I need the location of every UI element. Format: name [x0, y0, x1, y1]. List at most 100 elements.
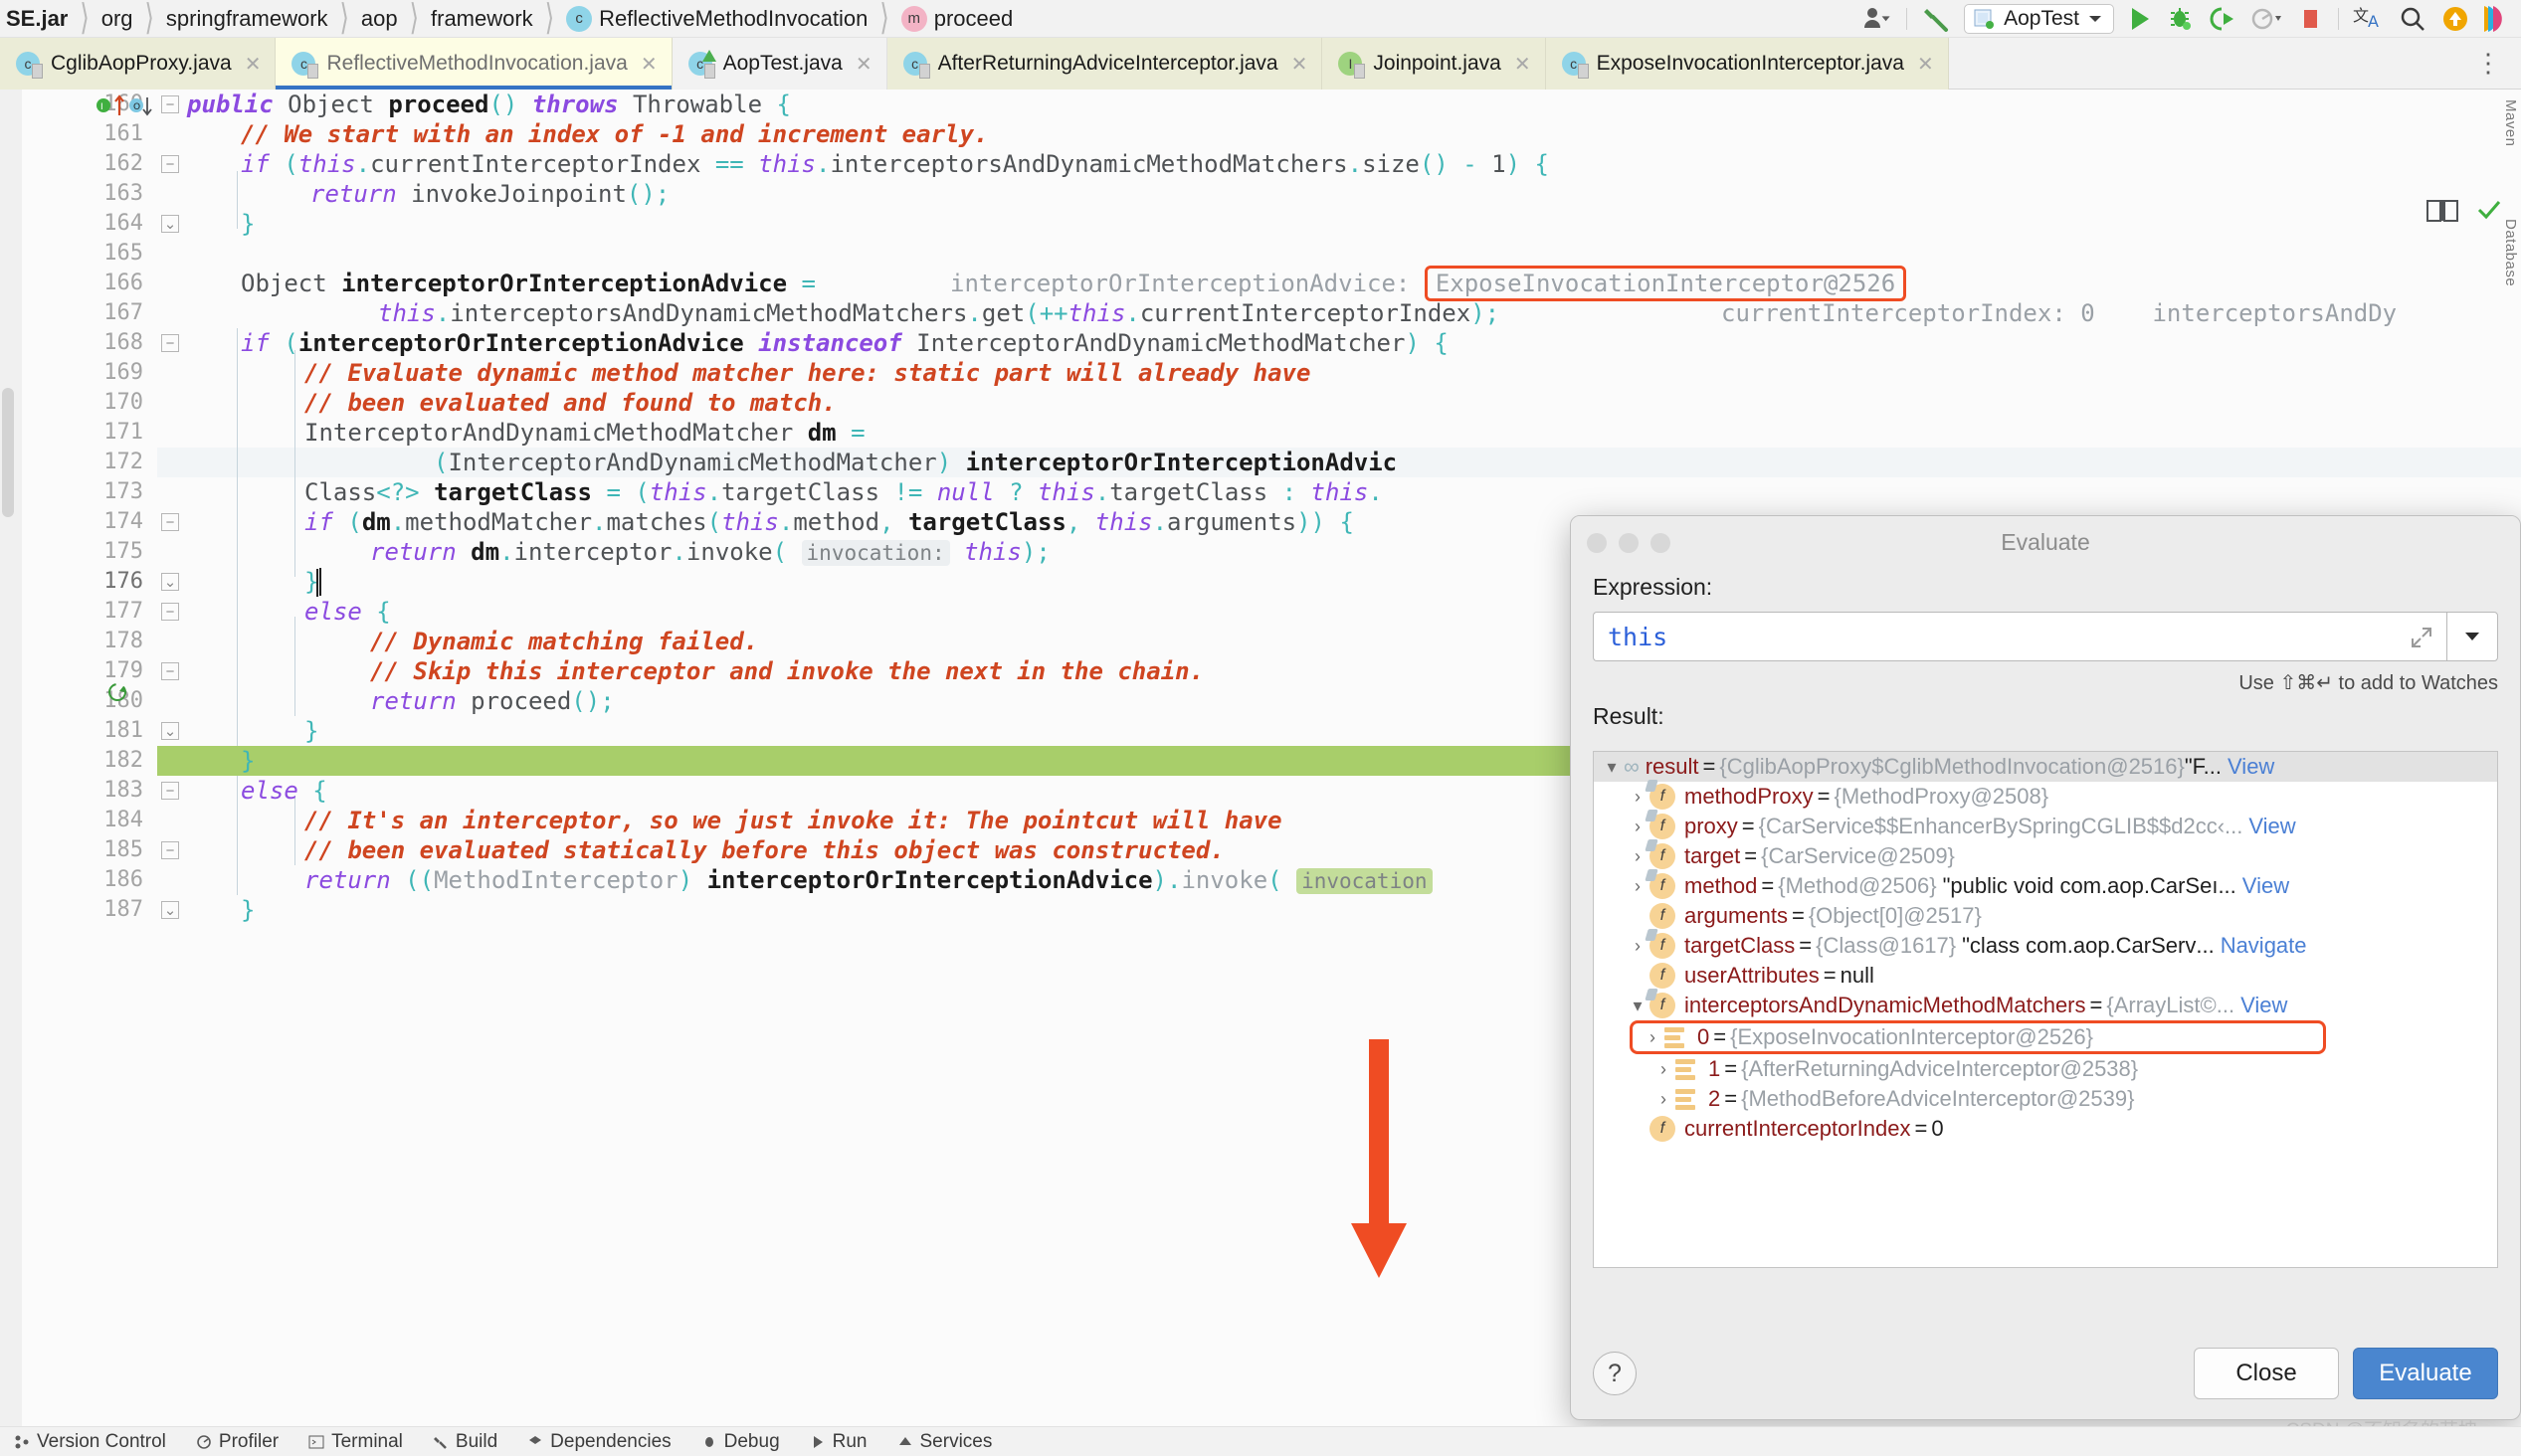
tool-strip-database[interactable]: Database	[2502, 219, 2519, 286]
breadcrumb-item-method[interactable]: m proceed	[889, 0, 1026, 38]
fold-marker[interactable]: −	[161, 841, 179, 859]
code-line-168[interactable]: if (interceptorOrInterceptionAdvice inst…	[241, 328, 1449, 358]
run-with-coverage-icon[interactable]	[2202, 0, 2243, 38]
fold-marker[interactable]: −	[161, 662, 179, 680]
code-line-182[interactable]: }	[241, 746, 255, 776]
tree-row-interceptor-2[interactable]: › 2 = {MethodBeforeAdviceInterceptor@253…	[1594, 1084, 2497, 1114]
code-line-166[interactable]: Object interceptorOrInterceptionAdvice =	[241, 269, 816, 298]
code-line-174[interactable]: if (dm.methodMatcher.matches(this.method…	[304, 507, 1354, 537]
close-icon[interactable]: ✕	[1291, 52, 1308, 77]
evaluate-dialog[interactable]: Evaluate Expression: this Use ⇧⌘↵ to add…	[1570, 515, 2521, 1420]
window-controls[interactable]	[1587, 533, 1670, 553]
reader-mode-icon[interactable]	[2425, 197, 2459, 228]
code-line-164[interactable]: }	[241, 209, 255, 239]
code-line-179[interactable]: // Skip this interceptor and invoke the …	[370, 656, 1204, 686]
breadcrumb-item-org[interactable]: org	[90, 0, 145, 38]
minimize-window-button[interactable]	[1619, 533, 1639, 553]
code-line-170[interactable]: // been evaluated and found to match.	[304, 388, 837, 418]
view-link[interactable]: View	[2240, 993, 2287, 1018]
tree-row-interceptor-1[interactable]: › 1 = {AfterReturningAdviceInterceptor@2…	[1594, 1054, 2497, 1084]
tool-button-dependencies[interactable]: Dependencies	[527, 1431, 672, 1453]
breadcrumb-item-class[interactable]: c ReflectiveMethodInvocation	[554, 0, 879, 38]
fold-marker[interactable]: −	[161, 782, 179, 800]
tool-button-profiler[interactable]: Profiler	[196, 1431, 279, 1453]
tree-row-interceptor-0[interactable]: › 0 = {ExposeInvocationInterceptor@2526}	[1630, 1020, 2326, 1054]
fold-marker[interactable]: −	[161, 603, 179, 621]
help-button[interactable]: ?	[1593, 1352, 1637, 1395]
close-icon[interactable]: ✕	[1917, 52, 1934, 77]
close-icon[interactable]: ✕	[641, 52, 658, 77]
debug-icon[interactable]	[2160, 0, 2202, 38]
code-line-180[interactable]: return proceed();	[370, 686, 615, 716]
fold-marker[interactable]: −	[161, 513, 179, 531]
run-icon[interactable]	[2120, 0, 2160, 38]
chevron-right-icon[interactable]: ›	[1651, 1089, 1675, 1110]
tree-row-methodproxy[interactable]: › f methodProxy = {MethodProxy@2508}	[1594, 780, 2497, 812]
breadcrumb-item-framework[interactable]: framework	[419, 0, 545, 38]
code-line-161[interactable]: // We start with an index of -1 and incr…	[241, 119, 988, 149]
code-line-184[interactable]: // It's an interceptor, so we just invok…	[304, 806, 1282, 835]
tab-cglibaopproxy[interactable]: c CglibAopProxy.java ✕	[0, 38, 277, 90]
tool-button-run[interactable]: Run	[810, 1431, 868, 1453]
tree-row-targetclass[interactable]: › f targetClass = {Class@1617} "class co…	[1594, 929, 2497, 961]
navigate-link[interactable]: Navigate	[2221, 933, 2307, 959]
tool-strip-maven[interactable]: Maven	[2502, 99, 2519, 147]
chevron-right-icon[interactable]: ›	[1641, 1027, 1664, 1048]
code-line-185[interactable]: // been evaluated statically before this…	[304, 835, 1225, 865]
tree-row-target[interactable]: › f target = {CarService@2509}	[1594, 839, 2497, 871]
expression-input[interactable]: this	[1593, 612, 2446, 661]
fold-marker[interactable]: ⌄	[161, 901, 179, 919]
view-link[interactable]: View	[2242, 873, 2289, 899]
tab-afterreturningadviceinterceptor[interactable]: c AfterReturningAdviceInterceptor.java ✕	[886, 38, 1323, 90]
search-everywhere-icon[interactable]	[2392, 0, 2433, 38]
close-icon[interactable]: ✕	[245, 52, 262, 77]
tree-row-currentinterceptorindex[interactable]: › f currentInterceptorIndex = 0	[1594, 1114, 2497, 1144]
code-line-186[interactable]: return ((MethodInterceptor) interceptorO…	[304, 865, 1433, 895]
code-line-167[interactable]: this.interceptorsAndDynamicMethodMatcher…	[378, 298, 1499, 328]
code-line-177[interactable]: else {	[304, 597, 391, 627]
editor-gutter[interactable]: 160 161 162 163 164 165 166 167 168 169 …	[0, 90, 157, 1456]
tree-row-proxy[interactable]: › f proxy = {CarService$$EnhancerBySprin…	[1594, 810, 2497, 841]
tool-button-debug[interactable]: Debug	[701, 1431, 780, 1453]
view-link[interactable]: View	[2248, 814, 2295, 839]
tab-joinpoint[interactable]: I Joinpoint.java ✕	[1322, 38, 1546, 90]
maximize-window-button[interactable]	[1650, 533, 1670, 553]
run-configuration-selector[interactable]: AopTest	[1964, 3, 2114, 34]
tree-row-userattributes[interactable]: › f userAttributes = null	[1594, 961, 2497, 991]
fold-marker[interactable]: −	[161, 155, 179, 173]
tool-button-build[interactable]: Build	[433, 1431, 497, 1453]
code-line-176[interactable]: }	[304, 567, 336, 597]
code-line-169[interactable]: // Evaluate dynamic method matcher here:…	[304, 358, 1310, 388]
updates-icon[interactable]	[2433, 0, 2477, 38]
code-line-175[interactable]: return dm.interceptor.invoke( invocation…	[370, 537, 1051, 567]
expand-editor-icon[interactable]	[2409, 625, 2434, 656]
result-tree[interactable]: ▾ ∞ result = {CglibAopProxy$CglibMethodI…	[1593, 751, 2498, 1268]
recursive-call-icon[interactable]	[105, 680, 129, 709]
tree-row-interceptorsanddynamicmethodmatchers[interactable]: ▾ f interceptorsAndDynamicMethodMatchers…	[1594, 989, 2497, 1020]
code-line-162[interactable]: if (this.currentInterceptorIndex == this…	[241, 149, 1549, 179]
fold-marker[interactable]: ⌄	[161, 215, 179, 233]
inline-debug-value-box[interactable]: ExposeInvocationInterceptor@2526	[1424, 266, 1907, 301]
chevron-down-icon[interactable]: ▾	[1600, 757, 1624, 778]
breadcrumb-item-aop[interactable]: aop	[349, 0, 410, 38]
code-line-178[interactable]: // Dynamic matching failed.	[370, 627, 758, 656]
tool-button-terminal[interactable]: Terminal	[308, 1431, 403, 1453]
code-line-172[interactable]: (InterceptorAndDynamicMethodMatcher) int…	[434, 448, 1397, 477]
fold-marker[interactable]: −	[161, 334, 179, 352]
code-line-183[interactable]: else {	[241, 776, 327, 806]
translate-icon[interactable]: 文A	[2346, 0, 2392, 38]
close-icon[interactable]: ✕	[1514, 52, 1531, 77]
code-line-187[interactable]: }	[241, 895, 255, 925]
tree-row-arguments[interactable]: › f arguments = {Object[0]@2517}	[1594, 901, 2497, 931]
overridden-method-icon[interactable]: O	[127, 95, 157, 124]
tree-row-method[interactable]: › f method = {Method@2506} "public void …	[1594, 869, 2497, 901]
inspections-ok-icon[interactable]	[2475, 197, 2503, 228]
tab-exposeinvocationinterceptor[interactable]: c ExposeInvocationInterceptor.java ✕	[1545, 38, 1949, 90]
tool-button-services[interactable]: Services	[897, 1431, 992, 1453]
fold-marker[interactable]: ⌄	[161, 722, 179, 740]
close-button[interactable]: Close	[2194, 1348, 2339, 1399]
code-line-163[interactable]: return invokeJoinpoint();	[310, 179, 670, 209]
fold-marker[interactable]: −	[161, 95, 179, 113]
code-line-171[interactable]: InterceptorAndDynamicMethodMatcher dm =	[304, 418, 866, 448]
evaluate-button[interactable]: Evaluate	[2353, 1348, 2498, 1399]
